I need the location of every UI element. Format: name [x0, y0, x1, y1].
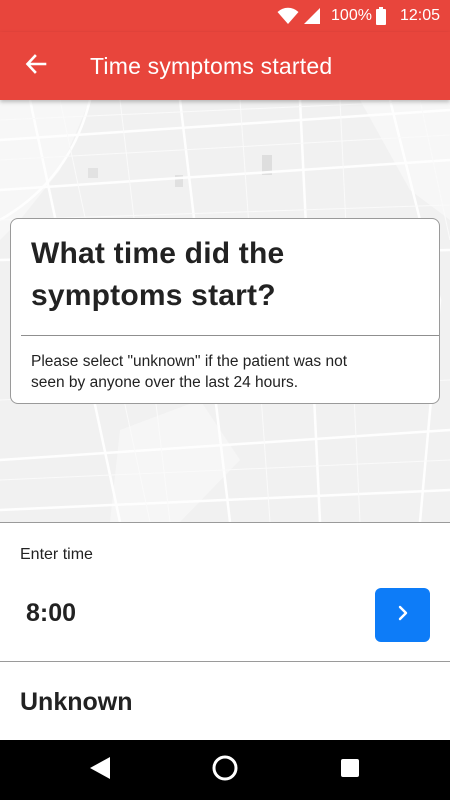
recents-square-icon	[340, 758, 360, 783]
help-line2: seen by anyone over the last 24 hours.	[31, 374, 299, 391]
arrow-left-icon	[25, 53, 47, 80]
question-card: What time did the symptoms start? Please…	[10, 218, 440, 404]
nav-recents-button[interactable]	[310, 740, 390, 800]
app-bar: Time symptoms started	[0, 32, 450, 100]
back-button[interactable]	[0, 32, 72, 100]
chevron-right-icon	[396, 604, 410, 627]
unknown-option[interactable]: Unknown	[20, 688, 133, 717]
wifi-icon	[277, 7, 299, 25]
submit-time-button[interactable]	[375, 588, 430, 642]
system-nav-bar	[0, 740, 450, 800]
question-help-text: Please select "unknown" if the patient w…	[31, 351, 429, 393]
battery-text: 100%	[331, 7, 372, 24]
help-line1: Please select "unknown" if the patient w…	[31, 353, 348, 370]
card-divider	[21, 335, 439, 336]
clock: 12:05	[399, 7, 440, 24]
back-triangle-icon	[89, 756, 111, 785]
battery-icon	[375, 7, 386, 25]
question-title: What time did the symptoms start?	[31, 233, 429, 317]
signal-icon	[303, 7, 321, 25]
nav-back-button[interactable]	[60, 740, 140, 800]
divider	[0, 661, 450, 662]
status-bar: 100% 12:05	[0, 0, 450, 32]
time-input[interactable]: 8:00	[26, 599, 76, 628]
question-title-line1: What time did the	[31, 237, 285, 270]
question-title-line2: symptoms start?	[31, 279, 276, 312]
nav-home-button[interactable]	[185, 740, 265, 800]
enter-time-label: Enter time	[20, 546, 93, 563]
page-title: Time symptoms started	[90, 52, 333, 79]
home-circle-icon	[211, 754, 239, 787]
divider	[0, 522, 450, 523]
